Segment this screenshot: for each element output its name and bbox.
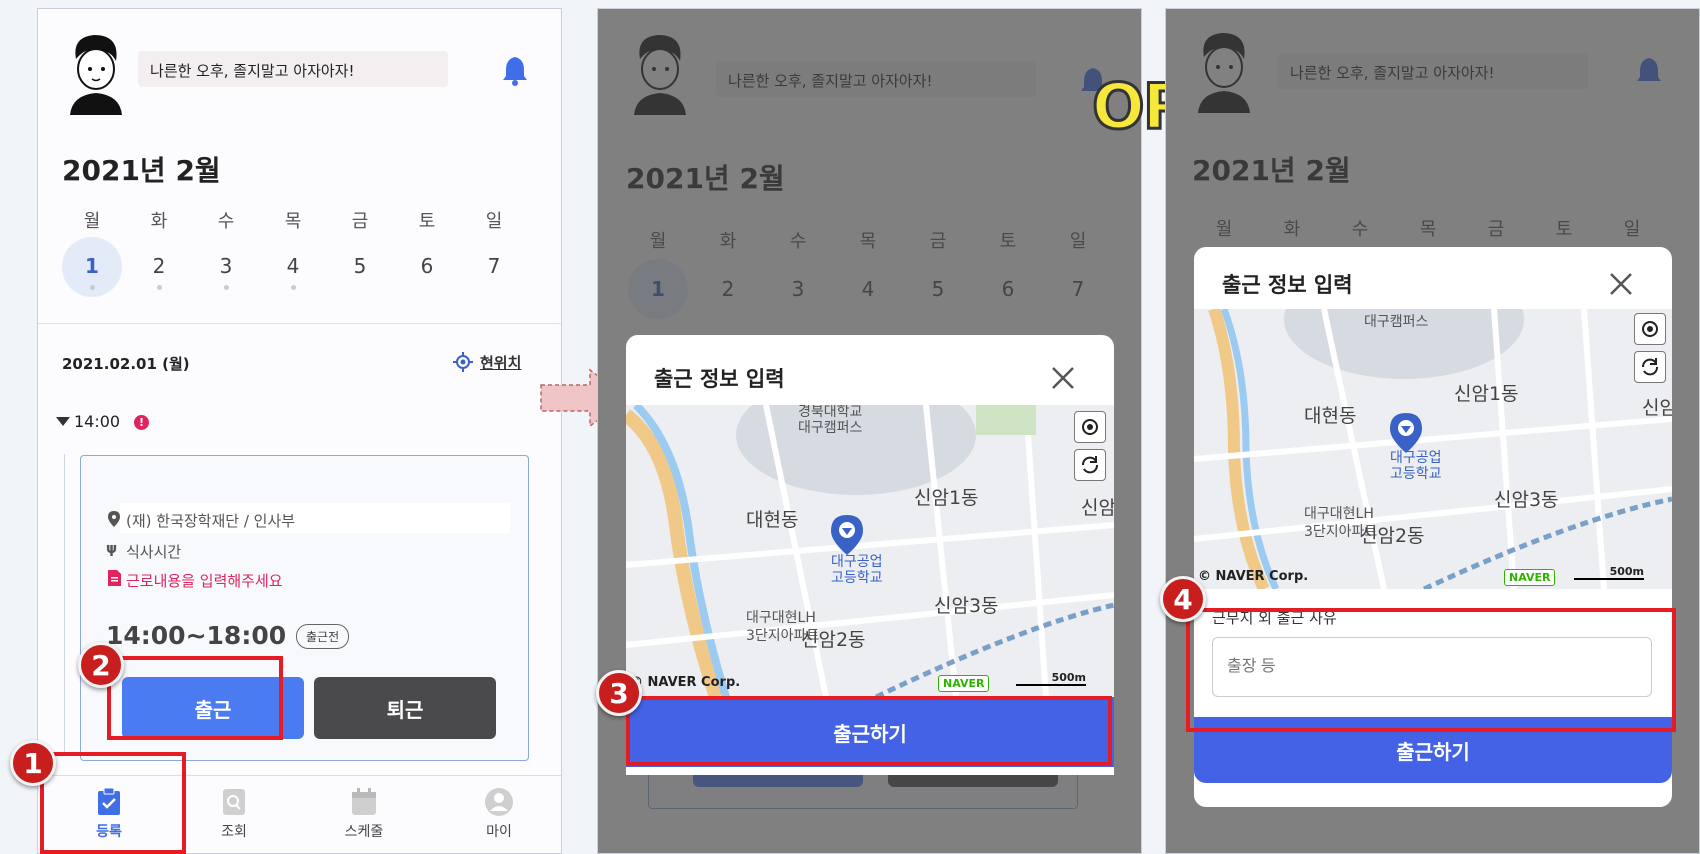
map-copyright: © NAVER Corp. bbox=[630, 675, 741, 690]
map-label: 대현동 bbox=[1304, 405, 1357, 427]
map-label: 고등학교 bbox=[1390, 466, 1442, 482]
month-title: 2021년 2월 bbox=[62, 154, 221, 187]
selected-date-label: 2021.02.01 (월) bbox=[62, 355, 190, 373]
map-label: 대구캠퍼스 bbox=[798, 420, 863, 436]
map-view[interactable]: 경북대학교 대구캠퍼스 신암1동 대현동 대구공업 고등학교 신암3동 대구대현… bbox=[626, 405, 1114, 697]
naver-logo: NAVER bbox=[938, 675, 990, 692]
avatar bbox=[70, 35, 122, 115]
date-6[interactable]: 6 bbox=[407, 254, 447, 278]
date-2[interactable]: 2 bbox=[139, 254, 179, 278]
weekday-mon: 월 bbox=[83, 211, 101, 232]
fork-knife-icon: ψ bbox=[106, 541, 118, 557]
crosshair-icon bbox=[1082, 419, 1098, 435]
step-badge-3: 3 bbox=[596, 670, 642, 716]
naver-logo: NAVER bbox=[1504, 569, 1556, 586]
weekday-thu: 목 bbox=[284, 211, 302, 232]
greeting-banner: 나른한 오후, 졸지말고 아자아자! bbox=[138, 51, 448, 87]
doc-search-icon bbox=[223, 789, 245, 815]
map-label: 신암2동 bbox=[1360, 525, 1425, 547]
refresh-icon bbox=[1642, 358, 1658, 376]
refresh-button[interactable] bbox=[1074, 449, 1106, 481]
weekday-sun: 일 bbox=[485, 211, 503, 232]
date-dot bbox=[90, 285, 95, 290]
user-icon bbox=[485, 788, 513, 816]
map-label: 대구대현LH bbox=[746, 610, 816, 626]
alert-icon: ! bbox=[134, 415, 149, 430]
tab-inquiry[interactable]: 조회 bbox=[189, 821, 279, 841]
map-scale: 500m bbox=[1574, 565, 1644, 580]
map-pin-icon bbox=[831, 515, 863, 555]
map-label: 대구대현LH bbox=[1304, 506, 1374, 522]
work-content-warning[interactable]: 근로내용을 입력해주세요 bbox=[126, 570, 283, 591]
map-label: 대현동 bbox=[746, 509, 799, 531]
caret-down-icon[interactable] bbox=[56, 417, 70, 426]
date-7[interactable]: 7 bbox=[474, 254, 514, 278]
map-label: 고등학교 bbox=[831, 570, 883, 586]
locate-button[interactable] bbox=[1074, 411, 1106, 443]
locate-button[interactable] bbox=[1634, 313, 1666, 345]
step-badge-4: 4 bbox=[1160, 576, 1206, 622]
close-icon[interactable] bbox=[1608, 271, 1634, 297]
weekday-fri: 금 bbox=[351, 211, 369, 232]
divider bbox=[38, 323, 561, 324]
weekday-sat: 토 bbox=[418, 211, 436, 232]
date-5[interactable]: 5 bbox=[340, 254, 380, 278]
map-label: 신암1동 bbox=[914, 487, 979, 509]
crosshair-icon bbox=[453, 352, 473, 372]
map-copyright: © NAVER Corp. bbox=[1198, 569, 1309, 584]
highlight-submit bbox=[626, 696, 1112, 766]
meal-text: 식사시간 bbox=[126, 543, 182, 561]
check-out-button[interactable]: 퇴근 bbox=[314, 677, 496, 739]
time-group-label[interactable]: 14:00 bbox=[74, 412, 120, 431]
document-icon bbox=[108, 570, 121, 586]
map-label: 신암3동 bbox=[934, 595, 999, 617]
calendar-icon bbox=[352, 788, 376, 815]
map-label: 신암2동 bbox=[801, 629, 866, 651]
weekday-tue: 화 bbox=[150, 211, 168, 232]
tab-my[interactable]: 마이 bbox=[454, 821, 544, 841]
modal-title: 출근 정보 입력 bbox=[654, 367, 785, 391]
map-label: 신암 bbox=[1081, 497, 1114, 519]
map-view[interactable]: 대구캠퍼스 신암1동 대현동 대구공업 고등학교 신암3동 대구대현LH 3단지… bbox=[1194, 309, 1672, 589]
map-label: 신암1동 bbox=[1454, 383, 1519, 405]
highlight-register-tab bbox=[40, 752, 186, 854]
status-chip: 출근전 bbox=[296, 624, 350, 649]
step-badge-2: 2 bbox=[78, 642, 124, 688]
map-label: 신암3동 bbox=[1494, 489, 1559, 511]
refresh-button[interactable] bbox=[1634, 351, 1666, 383]
step-badge-1: 1 bbox=[10, 740, 56, 786]
date-dot bbox=[224, 285, 229, 290]
map-scale: 500m bbox=[1016, 671, 1086, 686]
weekday-wed: 수 bbox=[217, 211, 235, 232]
modal-title: 출근 정보 입력 bbox=[1222, 273, 1353, 297]
place-text: (재) 한국장학재단 / 인사부 bbox=[126, 512, 296, 530]
date-1[interactable]: 1 bbox=[72, 254, 112, 278]
map-label: 대구캠퍼스 bbox=[1364, 314, 1429, 330]
current-location-link[interactable]: 현위치 bbox=[480, 352, 521, 373]
tab-schedule[interactable]: 스케줄 bbox=[319, 821, 409, 841]
close-icon[interactable] bbox=[1050, 365, 1076, 391]
map-label: 신암 bbox=[1642, 397, 1672, 419]
crosshair-icon bbox=[1642, 321, 1658, 337]
date-3[interactable]: 3 bbox=[206, 254, 246, 278]
date-dot bbox=[157, 285, 162, 290]
shift-time: 14:00~18:00 bbox=[106, 621, 287, 650]
date-4[interactable]: 4 bbox=[273, 254, 313, 278]
highlight-check-in bbox=[107, 656, 283, 740]
location-pin-icon bbox=[108, 511, 120, 527]
refresh-icon bbox=[1082, 456, 1098, 474]
highlight-reason-field bbox=[1186, 608, 1676, 732]
date-dot bbox=[291, 285, 296, 290]
timeline-line bbox=[64, 454, 65, 754]
bell-icon[interactable] bbox=[500, 54, 530, 86]
